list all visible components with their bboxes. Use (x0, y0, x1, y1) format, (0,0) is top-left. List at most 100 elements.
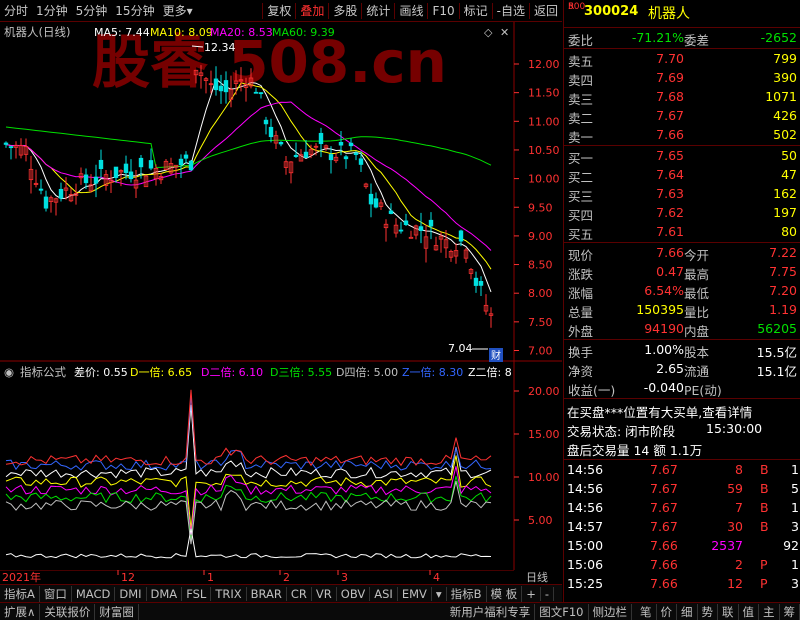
fundamental-value: -0.040 (643, 380, 684, 395)
bottom-toolbar: 扩展∧ 关联报价 财富圈 新用户福利专享 图文F10 侧边栏 笔 价 细 势 联… (0, 602, 800, 620)
tab-dmi[interactable]: DMI (115, 586, 147, 601)
ask-row[interactable]: 卖三 7.68 1071 (564, 88, 800, 107)
bid-row[interactable]: 买一 7.65 50 (564, 147, 800, 166)
tab-indicator-b[interactable]: 指标B (447, 585, 487, 602)
tab-dma[interactable]: DMA (147, 586, 183, 601)
ma-legend-item: MA20: 8.53 (210, 26, 273, 39)
remove-tab-button[interactable]: - (541, 586, 554, 601)
tab-fsl[interactable]: FSL (182, 586, 212, 601)
big-order-notice[interactable]: 在买盘***位置有大买单,查看详情 (564, 401, 800, 420)
tick-time: 15:06 (567, 557, 604, 572)
tab-window[interactable]: 窗口 (40, 585, 72, 602)
detail-icon[interactable]: 细 (677, 603, 698, 620)
fundamental-row[interactable]: 收益(一) -0.040 PE(动) (564, 379, 800, 398)
overlay-button[interactable]: 叠加 (296, 2, 328, 19)
candle-body (398, 229, 404, 232)
tick-row[interactable]: 15:06 7.66 2 P 1 (564, 556, 800, 575)
tick-row[interactable]: 14:56 7.67 8 B 1 (564, 461, 800, 480)
stat-row[interactable]: 总量 150395 量比 1.19 (564, 301, 800, 320)
chevron-down-icon[interactable]: ▾ (432, 586, 447, 601)
wealth-circle-button[interactable]: 财富圈 (95, 603, 139, 620)
candle-body (93, 176, 99, 184)
value-icon[interactable]: 值 (739, 603, 759, 620)
bid-row[interactable]: 买四 7.62 197 (564, 204, 800, 223)
price-axis-label: 8.00 (528, 287, 553, 300)
kline-chart[interactable]: 12.00 11.50 11.00 10.50 10.00 9.50 9.00 8.50 8.0… (0, 22, 562, 362)
ask-label: 卖四 (568, 73, 594, 88)
date-axis: 2021年 12 1 2 3 4 日线 (0, 570, 562, 584)
tick-row[interactable]: 15:25 7.66 12 P 3 (564, 575, 800, 594)
tab-trix[interactable]: TRIX (211, 586, 247, 601)
tick-row[interactable]: 14:57 7.67 30 B 3 (564, 518, 800, 537)
draw-line-button[interactable]: 画线 (395, 2, 427, 19)
ask-row[interactable]: 卖五 7.70 799 (564, 50, 800, 69)
tab-macd[interactable]: MACD (72, 586, 116, 601)
pen-icon[interactable]: 笔 (636, 603, 657, 620)
f10-text-button[interactable]: 图文F10 (535, 603, 589, 620)
statistics-button[interactable]: 统计 (362, 2, 394, 19)
bid-price: 7.63 (656, 186, 684, 201)
back-button[interactable]: 返回 (530, 2, 562, 19)
fundamental-label: PE(动) (684, 383, 722, 398)
tab-more[interactable]: 更多▾ (159, 2, 197, 19)
new-user-benefit-link[interactable]: 新用户福利专享 (446, 603, 536, 620)
f10-button[interactable]: F10 (428, 4, 458, 18)
price-icon[interactable]: 价 (657, 603, 677, 620)
tab-intraday[interactable]: 分时 (0, 2, 32, 19)
close-icon[interactable]: ✕ (500, 26, 509, 39)
date-label-jan: 1 (207, 571, 214, 584)
restore-rights-button[interactable]: 复权 (263, 2, 295, 19)
tab-15min[interactable]: 15分钟 (111, 2, 158, 19)
tab-template[interactable]: 模 板 (487, 585, 523, 602)
ask-row[interactable]: 卖四 7.69 390 (564, 69, 800, 88)
tab-5min[interactable]: 5分钟 (72, 2, 112, 19)
expand-button[interactable]: 扩展∧ (0, 603, 41, 620)
tick-count: 5 (791, 481, 799, 496)
tab-emv[interactable]: EMV (398, 586, 432, 601)
stat-row[interactable]: 外盘 94190 内盘 56205 (564, 320, 800, 339)
high-price-marker: 12.34 (204, 41, 236, 54)
chips-icon[interactable]: 筹 (780, 603, 800, 620)
related-quotes-button[interactable]: 关联报价 (40, 603, 96, 620)
stat-row[interactable]: 涨幅 6.54% 最低 7.20 (564, 282, 800, 301)
diamond-icon[interactable]: ◇ (484, 26, 493, 39)
sidebar-button[interactable]: 侧边栏 (589, 603, 632, 620)
bid-row[interactable]: 买三 7.63 162 (564, 185, 800, 204)
tick-row[interactable]: 14:56 7.67 7 B 1 (564, 499, 800, 518)
tick-price: 7.66 (650, 576, 678, 591)
trend-icon[interactable]: 势 (698, 603, 718, 620)
bid-row[interactable]: 买五 7.61 80 (564, 223, 800, 242)
tab-vr[interactable]: VR (312, 586, 337, 601)
indicator-chart[interactable]: 20.00 15.00 10.00 5.00 ◉ 指标公式 差价: 0.55 D一倍: … (0, 362, 562, 570)
add-tab-button[interactable]: + (522, 586, 541, 601)
tab-cr[interactable]: CR (287, 586, 312, 601)
bid-volume: 162 (773, 186, 797, 201)
tab-obv[interactable]: OBV (337, 586, 371, 601)
main-force-icon[interactable]: 主 (759, 603, 780, 620)
ask-row[interactable]: 卖二 7.67 426 (564, 107, 800, 126)
ask-row[interactable]: 卖一 7.66 502 (564, 126, 800, 145)
tab-1min[interactable]: 1分钟 (32, 2, 72, 19)
stat-value: 7.22 (769, 245, 797, 260)
mark-button[interactable]: 标记 (460, 2, 492, 19)
indicator-axis-label: 20.00 (528, 385, 560, 398)
multi-stock-button[interactable]: 多股 (329, 2, 361, 19)
collapse-icon[interactable]: ◉ (4, 365, 14, 379)
stat-row[interactable]: 涨跌 0.47 最高 7.75 (564, 263, 800, 282)
remove-favorite-button[interactable]: -自选 (493, 2, 529, 19)
bid-price: 7.64 (656, 167, 684, 182)
tick-row[interactable]: 15:00 7.66 2537 92 (564, 537, 800, 556)
link-icon[interactable]: 联 (718, 603, 739, 620)
tab-indicator-a[interactable]: 指标A (0, 585, 40, 602)
tab-brar[interactable]: BRAR (247, 586, 287, 601)
fundamental-row[interactable]: 换手 1.00% 股本 15.5亿 (564, 341, 800, 360)
tab-asi[interactable]: ASI (370, 586, 398, 601)
bid-row[interactable]: 买二 7.64 47 (564, 166, 800, 185)
candle-body (278, 141, 284, 145)
price-axis-label: 11.50 (528, 87, 560, 100)
stat-row[interactable]: 现价 7.66 今开 7.22 (564, 244, 800, 263)
tick-row[interactable]: 14:56 7.67 59 B 5 (564, 480, 800, 499)
indicator-axis-label: 10.00 (528, 471, 560, 484)
fundamental-row[interactable]: 净资 2.65 流通 15.1亿 (564, 360, 800, 379)
indicator-tabs: 指标A 窗口 MACD DMI DMA FSL TRIX BRAR CR VR … (0, 584, 562, 602)
